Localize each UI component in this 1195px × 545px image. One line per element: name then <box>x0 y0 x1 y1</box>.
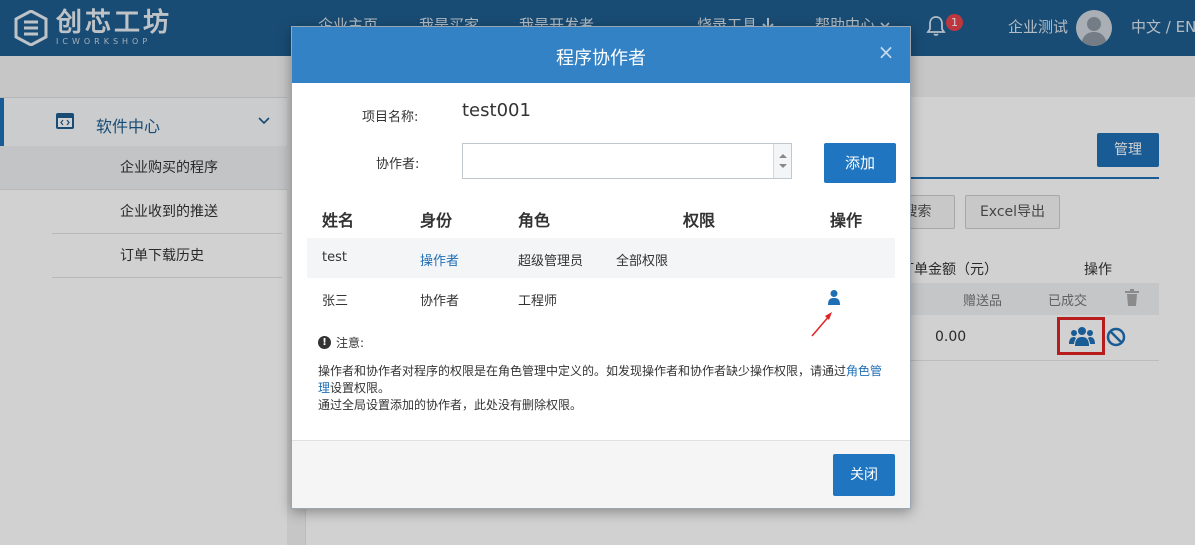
note-title: ! 注意: <box>318 334 364 351</box>
table-row: 张三 协作者 工程师 <box>307 278 895 318</box>
modal-footer: 关闭 <box>292 440 910 508</box>
close-icon[interactable]: × <box>876 42 896 62</box>
row-identity-link[interactable]: 操作者 <box>420 250 459 269</box>
modal-header: 程序协作者 × <box>292 27 910 83</box>
close-button[interactable]: 关闭 <box>833 454 895 496</box>
project-name-label: 项目名称: <box>362 110 419 125</box>
row-permission: 全部权限 <box>616 254 669 269</box>
add-button[interactable]: 添加 <box>824 143 896 183</box>
select-arrow[interactable] <box>773 144 791 178</box>
column-header-role: 角色 <box>518 211 551 230</box>
exclamation-icon: ! <box>318 336 331 349</box>
column-header-identity: 身份 <box>420 211 453 230</box>
annotation-arrow-icon <box>811 312 832 337</box>
collaborators-modal: 程序协作者 × 项目名称: test001 协作者: 添加 姓名 身份 角色 权… <box>291 26 911 509</box>
note-line-1: 操作者和协作者对程序的权限是在角色管理中定义的。如发现操作者和协作者缺少操作权限… <box>318 364 847 378</box>
table-row: test 操作者 超级管理员 全部权限 <box>307 238 895 278</box>
row-role: 超级管理员 <box>518 254 584 269</box>
modal-title: 程序协作者 <box>556 48 646 69</box>
project-name-value: test001 <box>462 100 531 121</box>
note-title-label: 注意: <box>336 336 365 350</box>
note-line-2: 通过全局设置添加的协作者，此处没有删除权限。 <box>318 398 583 412</box>
note-body: 操作者和协作者对程序的权限是在角色管理中定义的。如发现操作者和协作者缺少操作权限… <box>318 363 893 414</box>
sort-arrows-icon <box>779 154 787 168</box>
user-icon[interactable] <box>827 289 841 305</box>
column-header-name: 姓名 <box>322 211 355 230</box>
note-line-1-end: 设置权限。 <box>330 381 391 395</box>
collaborator-select[interactable] <box>462 143 792 179</box>
column-header-action: 操作 <box>830 211 863 230</box>
column-header-permission: 权限 <box>683 211 716 230</box>
row-identity: 协作者 <box>420 294 460 309</box>
row-name: 张三 <box>322 294 349 309</box>
row-role: 工程师 <box>518 294 558 309</box>
collaborator-label: 协作者: <box>376 157 420 172</box>
row-name: test <box>322 250 347 265</box>
